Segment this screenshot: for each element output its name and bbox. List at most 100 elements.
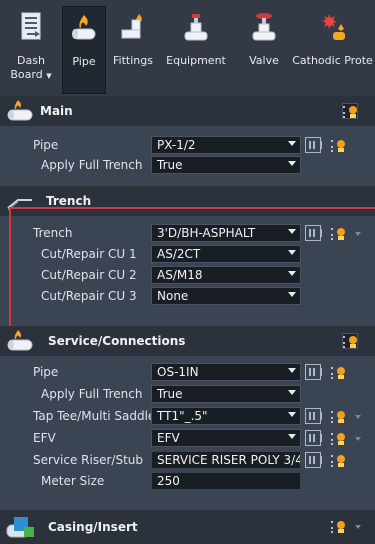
property-dropdown-tap-tee[interactable]: TT1"_.5"	[151, 407, 301, 425]
property-value: EFV	[157, 431, 180, 445]
property-input-service-riser[interactable]: SERVICE RISER POLY 3/4"	[151, 451, 301, 469]
ribbon-label-fittings: Fittings	[113, 54, 153, 67]
settings-icon[interactable]	[330, 430, 346, 446]
dropdown-arrow-icon	[288, 141, 296, 146]
section-service-connections[interactable]: Service/Connections	[0, 326, 375, 356]
valve-icon	[252, 13, 276, 41]
property-label: Tap Tee/Multi Saddle	[33, 409, 156, 423]
ribbon-button-valve[interactable]: Valve	[244, 6, 284, 94]
ribbon-label-dashboard: Dash	[17, 54, 45, 67]
property-label: Cut/Repair CU 2	[41, 268, 137, 282]
property-row: Pipe PX-1/2	[0, 135, 375, 155]
settings-icon[interactable]	[330, 518, 346, 534]
property-dropdown-cut-repair-2[interactable]: AS/M18	[151, 266, 301, 284]
property-dropdown-service-pipe[interactable]: OS-1IN	[151, 363, 301, 381]
property-row: Cut/Repair CU 3 None	[0, 286, 375, 306]
property-label: Meter Size	[41, 474, 105, 488]
property-value: True	[157, 158, 183, 172]
ribbon-button-pipe[interactable]: Pipe	[62, 6, 106, 94]
property-row: Service Riser/Stub SERVICE RISER POLY 3/…	[0, 450, 375, 470]
property-row: Meter Size 250	[0, 471, 375, 491]
dashboard-icon	[21, 12, 41, 40]
ribbon-label-cathodic-protection: Cathodic Prote	[292, 54, 373, 67]
property-input-meter-size[interactable]: 250	[151, 472, 301, 490]
property-row: EFV EFV	[0, 428, 375, 448]
settings-icon[interactable]	[330, 452, 346, 468]
pipe-icon	[7, 100, 33, 121]
table-icon[interactable]	[305, 430, 322, 446]
chevron-down-icon[interactable]	[355, 437, 361, 441]
property-row: Apply Full Trench True	[0, 384, 375, 404]
property-label: Service Riser/Stub	[33, 453, 143, 467]
table-icon[interactable]	[305, 364, 322, 380]
section-title-casing-insert: Casing/Insert	[48, 520, 138, 534]
property-dropdown-apply-full-trench[interactable]: True	[151, 156, 301, 174]
section-main[interactable]: Main	[0, 96, 375, 126]
dropdown-arrow-icon	[288, 434, 296, 439]
property-value: 250	[157, 474, 180, 488]
section-title-main: Main	[40, 104, 73, 118]
ribbon-label2-dashboard: Board	[10, 68, 43, 81]
property-row: Apply Full Trench True	[0, 155, 375, 175]
section-settings-button[interactable]	[342, 103, 358, 119]
settings-icon[interactable]	[330, 137, 346, 153]
table-icon[interactable]	[305, 225, 322, 241]
ribbon-button-equipment[interactable]: Equipment	[160, 6, 232, 94]
dropdown-arrow-icon	[288, 368, 296, 373]
section-title-trench: Trench	[46, 194, 92, 208]
property-value: SERVICE RISER POLY 3/4"	[157, 453, 301, 467]
property-row: Tap Tee/Multi Saddle TT1"_.5"	[0, 406, 375, 426]
section-casing-insert[interactable]: Casing/Insert	[0, 510, 375, 544]
fittings-icon	[121, 14, 142, 39]
ribbon-button-cathodic-protection[interactable]: Cathodic Prote	[290, 6, 375, 94]
ribbon-button-fittings[interactable]: Fittings	[108, 6, 158, 94]
dropdown-arrow-icon	[288, 229, 296, 234]
table-icon[interactable]	[305, 452, 322, 468]
chevron-down-icon[interactable]	[355, 525, 361, 529]
ribbon-label-equipment: Equipment	[166, 54, 226, 67]
property-value: OS-1IN	[157, 365, 199, 379]
settings-icon[interactable]	[330, 408, 346, 424]
table-icon[interactable]	[305, 408, 322, 424]
property-dropdown-cut-repair-1[interactable]: AS/2CT	[151, 245, 301, 263]
ribbon-toolbar: Dash Board ▼ Pipe Fittings Equipment Val…	[0, 0, 375, 98]
dropdown-arrow-icon	[288, 292, 296, 297]
pipe-icon	[7, 330, 33, 351]
property-label: Trench	[33, 226, 73, 240]
property-value: None	[157, 289, 189, 303]
cathodic-protection-icon	[321, 14, 345, 40]
settings-icon	[342, 333, 358, 349]
property-value: AS/2CT	[157, 247, 201, 261]
property-dropdown-pipe[interactable]: PX-1/2	[151, 136, 301, 154]
pipe-icon	[72, 15, 96, 40]
dropdown-arrow-icon	[288, 250, 296, 255]
property-label: Cut/Repair CU 3	[41, 289, 137, 303]
dropdown-arrow-icon	[288, 271, 296, 276]
property-value: TT1"_.5"	[157, 409, 208, 423]
property-row: Trench 3'D/BH-ASPHALT	[0, 223, 375, 243]
ribbon-label-valve: Valve	[249, 54, 279, 67]
property-label: Pipe	[33, 365, 59, 379]
section-settings-button[interactable]	[342, 333, 358, 349]
property-dropdown-cut-repair-3[interactable]: None	[151, 287, 301, 305]
property-label: Cut/Repair CU 1	[41, 247, 137, 261]
property-row: Cut/Repair CU 1 AS/2CT	[0, 244, 375, 264]
chevron-down-icon[interactable]	[355, 232, 361, 236]
property-row: Pipe OS-1IN	[0, 362, 375, 382]
property-row: Cut/Repair CU 2 AS/M18	[0, 265, 375, 285]
property-label: Apply Full Trench	[41, 158, 143, 172]
chevron-down-icon[interactable]	[355, 415, 361, 419]
property-dropdown-trench[interactable]: 3'D/BH-ASPHALT	[151, 224, 301, 242]
settings-icon[interactable]	[330, 225, 346, 241]
table-icon[interactable]	[305, 137, 322, 153]
equipment-icon	[184, 14, 208, 41]
chevron-down-icon: ▼	[46, 72, 52, 80]
property-dropdown-efv[interactable]: EFV	[151, 429, 301, 447]
casing-icon	[6, 517, 34, 538]
property-label: Apply Full Trench	[41, 387, 143, 401]
ribbon-button-dashboard[interactable]: Dash Board ▼	[6, 6, 56, 94]
property-dropdown-service-apply-full-trench[interactable]: True	[151, 385, 301, 403]
section-title-service-connections: Service/Connections	[48, 334, 186, 348]
settings-icon[interactable]	[330, 364, 346, 380]
property-value: True	[157, 387, 183, 401]
